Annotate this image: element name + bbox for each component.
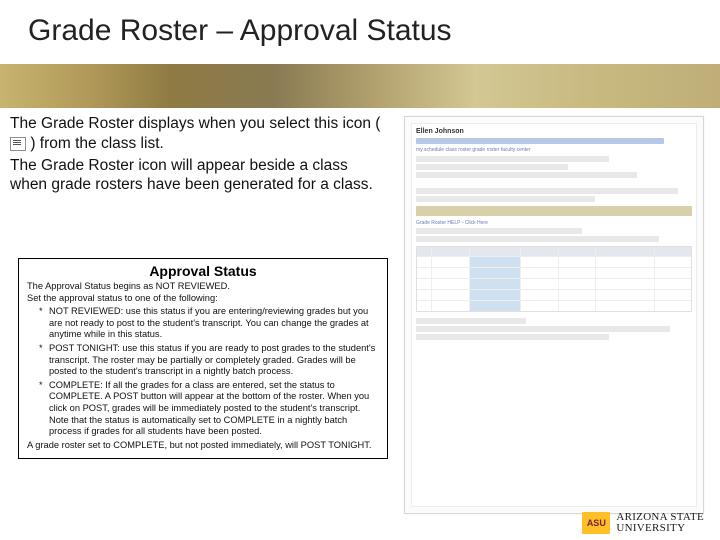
bullet-complete: COMPLETE: If all the grades for a class … [39, 380, 379, 438]
grade-roster-icon [10, 137, 26, 151]
box-footer: A grade roster set to COMPLETE, but not … [27, 440, 379, 452]
ss-help-text: Grade Roster HELP - Click Here [416, 220, 692, 226]
ss-tabs-text: my schedule class roster grade roster fa… [416, 147, 692, 153]
intro-part2: ) from the class list. [30, 135, 164, 152]
slide-title: Grade Roster – Approval Status [28, 14, 452, 48]
decorative-banner [0, 64, 720, 108]
intro-part1: The Grade Roster displays when you selec… [10, 115, 380, 132]
box-line2: Set the approval status to one of the fo… [27, 293, 379, 305]
logo-line2: UNIVERSITY [616, 523, 704, 534]
bullet-not-reviewed: NOT REVIEWED: use this status if you are… [39, 306, 379, 341]
box-line1: The Approval Status begins as NOT REVIEW… [27, 281, 379, 293]
intro-line2: The Grade Roster icon will appear beside… [10, 157, 373, 194]
box-heading: Approval Status [19, 259, 387, 281]
table-row [417, 256, 691, 267]
table-row [417, 278, 691, 289]
table-row [417, 267, 691, 278]
body-text: The Grade Roster displays when you selec… [10, 114, 388, 195]
asu-logo-mark-icon [582, 512, 610, 534]
ss-table-header [417, 247, 691, 256]
box-body: The Approval Status begins as NOT REVIEW… [19, 281, 387, 458]
bullet-post-tonight: POST TONIGHT: use this status if you are… [39, 343, 379, 378]
ss-tabs [416, 138, 664, 144]
embedded-screenshot: Ellen Johnson my schedule class roster g… [404, 116, 704, 514]
asu-logo: ARIZONA STATE UNIVERSITY [582, 512, 704, 534]
ss-user-name: Ellen Johnson [416, 128, 692, 135]
approval-status-box: Approval Status The Approval Status begi… [18, 258, 388, 459]
ss-grade-table [416, 246, 692, 312]
ss-help-bar [416, 206, 692, 216]
asu-logo-text: ARIZONA STATE UNIVERSITY [616, 512, 704, 534]
table-row [417, 289, 691, 300]
table-row [417, 300, 691, 311]
